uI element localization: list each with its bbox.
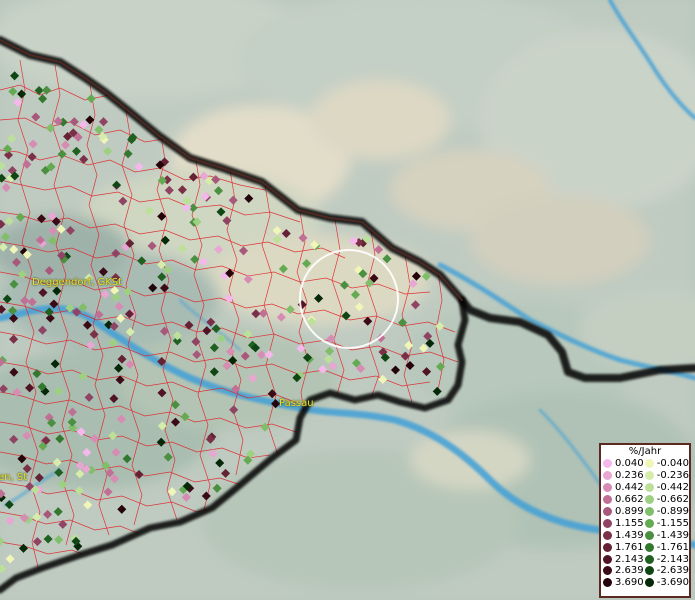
place-label-passau: Passau <box>279 398 314 409</box>
legend-label: -1.761 <box>656 541 689 553</box>
legend-entry: 3.690 <box>603 577 645 589</box>
legend-swatch <box>603 566 612 576</box>
legend-swatch <box>644 542 654 552</box>
legend-label: -2.143 <box>656 553 689 565</box>
legend-swatch <box>644 518 654 528</box>
legend-entry: -2.639 <box>644 565 689 577</box>
legend-swatch <box>644 530 654 540</box>
legend-entry: 1.761 <box>603 541 645 553</box>
legend-label: 2.143 <box>615 553 644 565</box>
legend-entry: -0.236 <box>644 470 689 482</box>
legend-entry: 2.143 <box>603 553 645 565</box>
legend-label: -0.040 <box>656 458 689 470</box>
legend-entry: -0.442 <box>644 482 689 494</box>
legend-label: -0.899 <box>656 506 689 517</box>
legend-swatch <box>644 471 654 481</box>
legend-label: 0.899 <box>615 506 644 517</box>
legend-label: 1.761 <box>615 541 644 553</box>
legend-label: -0.442 <box>656 482 689 494</box>
legend-entry: -1.761 <box>644 541 689 553</box>
legend-swatch <box>603 483 612 493</box>
legend-entry: 2.639 <box>603 565 645 577</box>
legend-entry: 0.040 <box>603 458 645 470</box>
legend-swatch <box>603 459 612 469</box>
legend-label: 0.662 <box>615 494 644 506</box>
legend-label: 2.639 <box>615 565 644 577</box>
legend-label: -2.639 <box>656 565 689 577</box>
legend-entry: -2.143 <box>644 553 689 565</box>
legend-swatch <box>603 495 612 505</box>
legend-swatch <box>644 483 654 493</box>
legend-label: -0.236 <box>656 470 689 482</box>
legend-entry: -0.662 <box>644 494 689 506</box>
legend-swatch <box>644 566 654 576</box>
legend-label: 1.439 <box>615 529 644 541</box>
legend-swatch <box>644 459 654 469</box>
legend-label: 3.690 <box>615 577 644 589</box>
legend-label: -1.439 <box>656 529 689 541</box>
legend-swatch <box>603 578 612 588</box>
legend-label: 0.040 <box>615 458 644 470</box>
legend-label: 1.155 <box>615 517 644 529</box>
legend-swatch <box>603 471 612 481</box>
legend-entry: 1.155 <box>603 517 645 529</box>
legend-entry: 1.439 <box>603 529 645 541</box>
legend-label: 0.442 <box>615 482 644 494</box>
legend-box: %/Jahr 0.040 0.236 0.442 0.662 0.899 1.155 1.4… <box>599 443 691 598</box>
map-canvas <box>0 0 695 600</box>
legend-entry: 0.236 <box>603 470 645 482</box>
legend-title: %/Jahr <box>628 446 662 457</box>
legend-swatch <box>603 518 612 528</box>
legend-swatch <box>603 554 612 564</box>
legend-entry: -0.899 <box>644 506 689 518</box>
legend-entry: -0.040 <box>644 458 689 470</box>
legend-label: -3.690 <box>656 577 689 589</box>
legend-label: -0.662 <box>656 494 689 506</box>
legend-entry: -1.155 <box>644 517 689 529</box>
legend-positive-column: 0.040 0.236 0.442 0.662 0.899 1.155 1.439 1.761… <box>603 458 645 589</box>
legend-negative-column: -0.040 -0.236 -0.442 -0.662 -0.899 -1.155 -1.4… <box>644 458 689 589</box>
legend-swatch <box>644 578 654 588</box>
legend-swatch <box>644 507 654 516</box>
place-label-deggendorf: Deggendorf, GKSt <box>32 277 123 288</box>
legend-entry: -1.439 <box>644 529 689 541</box>
legend-swatch <box>644 554 654 564</box>
legend-swatch <box>603 542 612 552</box>
legend-label: -1.155 <box>656 517 689 529</box>
legend-entry: 0.899 <box>603 506 645 518</box>
legend-swatch <box>603 530 612 540</box>
legend-entry: -3.690 <box>644 577 689 589</box>
map-view[interactable]: Deggendorf, GKSt Passau en, St <box>0 0 695 600</box>
place-label-partial: en, St <box>0 472 28 483</box>
legend-entry: 0.662 <box>603 494 645 506</box>
legend-entry: 0.442 <box>603 482 645 494</box>
legend-swatch <box>644 495 654 505</box>
legend-swatch <box>603 507 612 516</box>
legend-label: 0.236 <box>615 470 644 482</box>
